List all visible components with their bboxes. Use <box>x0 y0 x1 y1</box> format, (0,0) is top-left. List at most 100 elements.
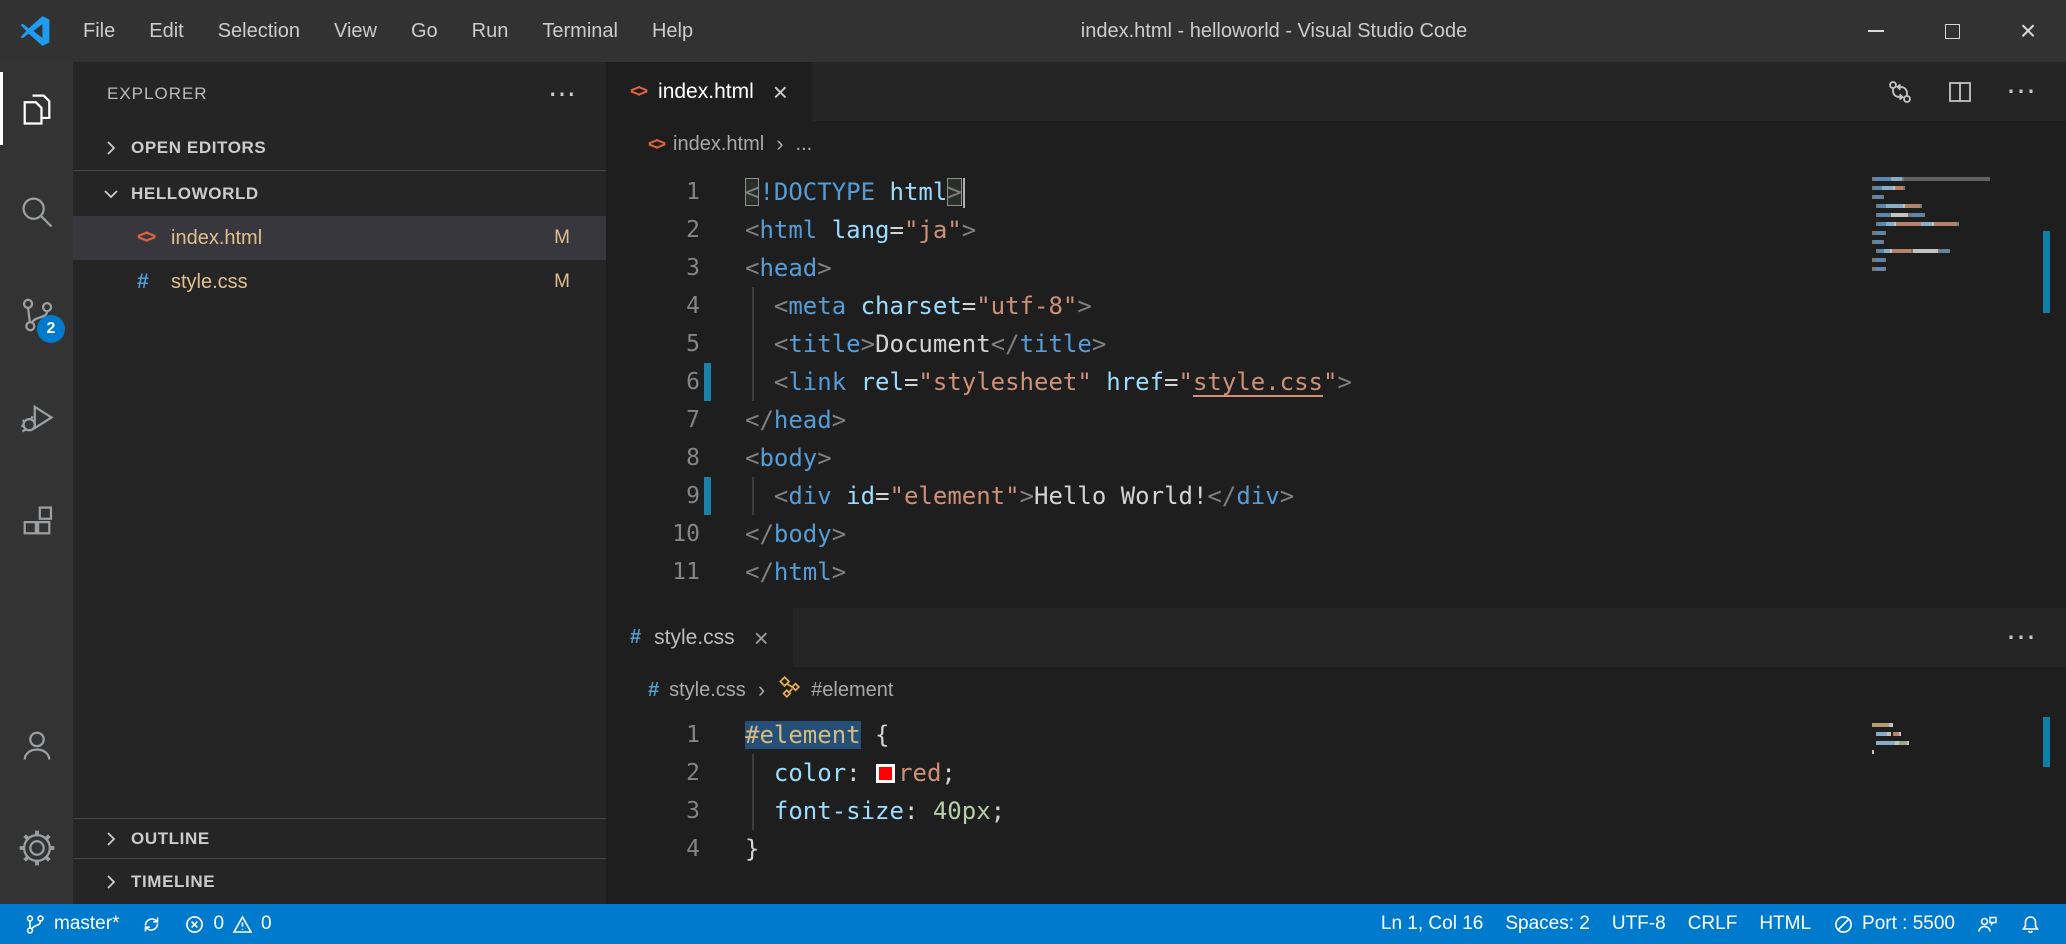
folder-section[interactable]: HELLOWORLD <box>73 170 606 216</box>
circle-slash-icon <box>1833 914 1854 935</box>
file-name: style.css <box>171 271 248 294</box>
close-tab-icon[interactable]: × <box>773 79 788 105</box>
close-window-button[interactable]: × <box>1990 0 2066 62</box>
timeline-label: TIMELINE <box>131 872 215 892</box>
run-debug-activity-button[interactable] <box>0 381 73 454</box>
line-number: 5 <box>606 331 700 357</box>
tab-index-html[interactable]: <> index.html × <box>606 62 812 121</box>
open-editors-section[interactable]: OPEN EDITORS <box>73 126 606 170</box>
code-line[interactable]: 6 <link rel="stylesheet" href="style.css… <box>606 363 2066 401</box>
color-swatch-red[interactable] <box>876 764 895 783</box>
activity-bar-bottom <box>0 698 73 904</box>
menu-go[interactable]: Go <box>394 12 455 51</box>
close-tab-icon[interactable]: × <box>754 625 769 651</box>
git-branch-icon <box>25 914 46 935</box>
menu-run[interactable]: Run <box>455 12 526 51</box>
code-line[interactable]: 5 <title>Document</title> <box>606 325 2066 363</box>
window-title: index.html - helloworld - Visual Studio … <box>710 20 1838 43</box>
status-bar: master* 0 0 Ln 1, Col 16 Spaces: <box>0 904 2066 944</box>
language-mode-status[interactable]: HTML <box>1748 904 1822 944</box>
css-file-icon: # <box>648 679 659 702</box>
code-line[interactable]: 3<head> <box>606 249 2066 287</box>
minimap[interactable] <box>1872 723 1990 759</box>
html-file-icon: <> <box>137 227 171 249</box>
code-line[interactable]: 10</body> <box>606 515 2066 553</box>
outline-section[interactable]: OUTLINE <box>73 818 606 858</box>
line-number: 6 <box>606 369 700 395</box>
breadcrumb-file[interactable]: style.css <box>669 679 746 702</box>
code-line[interactable]: 2<html lang="ja"> <box>606 211 2066 249</box>
extensions-activity-button[interactable] <box>0 484 73 557</box>
menu-help[interactable]: Help <box>635 12 710 51</box>
code-line[interactable]: 1#element { <box>606 716 2066 754</box>
more-actions-icon[interactable]: ⋯ <box>2006 74 2036 109</box>
code-line[interactable]: 4 <meta charset="utf-8"> <box>606 287 2066 325</box>
split-editor-icon[interactable] <box>1946 78 1974 106</box>
indentation-status[interactable]: Spaces: 2 <box>1494 904 1601 944</box>
code-line[interactable]: 2 color: red; <box>606 754 2066 792</box>
sync-icon <box>141 914 162 935</box>
problems-status[interactable]: 0 0 <box>173 904 282 944</box>
code-line[interactable]: 7</head> <box>606 401 2066 439</box>
line-number: 3 <box>606 798 700 824</box>
menu-edit[interactable]: Edit <box>132 12 200 51</box>
overview-ruler-modified-marker <box>2043 717 2050 767</box>
menu-terminal[interactable]: Terminal <box>525 12 635 51</box>
line-number: 2 <box>606 217 700 243</box>
accounts-button[interactable] <box>0 708 73 781</box>
explorer-sidebar: EXPLORER ⋯ OPEN EDITORS HELLOWORLD <> in… <box>73 62 606 904</box>
minimize-button[interactable] <box>1838 0 1914 62</box>
file-name: index.html <box>171 227 262 250</box>
css-file-icon: # <box>137 270 171 294</box>
breadcrumb-symbol[interactable]: #element <box>811 679 893 702</box>
sync-changes-button[interactable] <box>130 904 173 944</box>
account-icon <box>18 726 56 764</box>
menu-file[interactable]: File <box>66 12 132 51</box>
css-file-icon: # <box>630 626 641 649</box>
breadcrumb-file[interactable]: index.html <box>673 133 764 156</box>
code-editor-style-css[interactable]: 1#element {2 color: red;3 font-size: 40p… <box>606 713 2066 904</box>
line-number: 4 <box>606 293 700 319</box>
editor-actions-top: ⋯ <box>1886 62 2066 121</box>
timeline-section[interactable]: TIMELINE <box>73 858 606 904</box>
notifications-button[interactable] <box>2009 904 2052 944</box>
code-line[interactable]: 1<!DOCTYPE html> <box>606 173 2066 211</box>
code-editor-index-html[interactable]: 1<!DOCTYPE html>2<html lang="ja">3<head>… <box>606 167 2066 608</box>
eol-status[interactable]: CRLF <box>1677 904 1749 944</box>
file-item-index-html[interactable]: <> index.html M <box>73 216 606 260</box>
encoding-status[interactable]: UTF-8 <box>1601 904 1677 944</box>
breadcrumb-symbol[interactable]: ... <box>796 133 813 156</box>
code-line[interactable]: 3 font-size: 40px; <box>606 792 2066 830</box>
settings-button[interactable] <box>0 811 73 884</box>
menu-view[interactable]: View <box>317 12 394 51</box>
menu-selection[interactable]: Selection <box>201 12 317 51</box>
explorer-activity-button[interactable] <box>0 72 73 145</box>
cursor-position-status[interactable]: Ln 1, Col 16 <box>1370 904 1494 944</box>
code-line[interactable]: 4} <box>606 830 2066 868</box>
chevron-right-icon <box>103 140 119 156</box>
editor-area: <> index.html × ⋯ <box>606 62 2066 904</box>
warning-icon <box>232 914 253 935</box>
open-changes-icon[interactable] <box>1886 78 1914 106</box>
code-line[interactable]: 8<body> <box>606 439 2066 477</box>
gutter <box>700 553 745 591</box>
live-server-port-status[interactable]: Port : 5500 <box>1822 904 1966 944</box>
git-branch-status[interactable]: master* <box>14 904 130 944</box>
file-item-style-css[interactable]: # style.css M <box>73 260 606 304</box>
minimap[interactable] <box>1872 177 1990 276</box>
warning-count: 0 <box>261 913 272 935</box>
more-actions-icon[interactable]: ⋯ <box>2006 620 2036 655</box>
maximize-button[interactable] <box>1914 0 1990 62</box>
code-line[interactable]: 11</html> <box>606 553 2066 591</box>
breadcrumbs-top: <> index.html › ... <box>606 121 2066 167</box>
source-control-activity-button[interactable]: 2 <box>0 278 73 351</box>
git-modified-badge: M <box>554 227 570 249</box>
code-line[interactable]: 9 <div id="element">Hello World!</div> <box>606 477 2066 515</box>
overview-ruler-modified-marker <box>2043 231 2050 313</box>
tab-bar-top: <> index.html × ⋯ <box>606 62 2066 121</box>
feedback-button[interactable] <box>1966 904 2009 944</box>
tab-style-css[interactable]: # style.css × <box>606 608 793 667</box>
sidebar-header: EXPLORER ⋯ <box>73 62 606 126</box>
gutter <box>700 830 745 868</box>
search-activity-button[interactable] <box>0 175 73 248</box>
